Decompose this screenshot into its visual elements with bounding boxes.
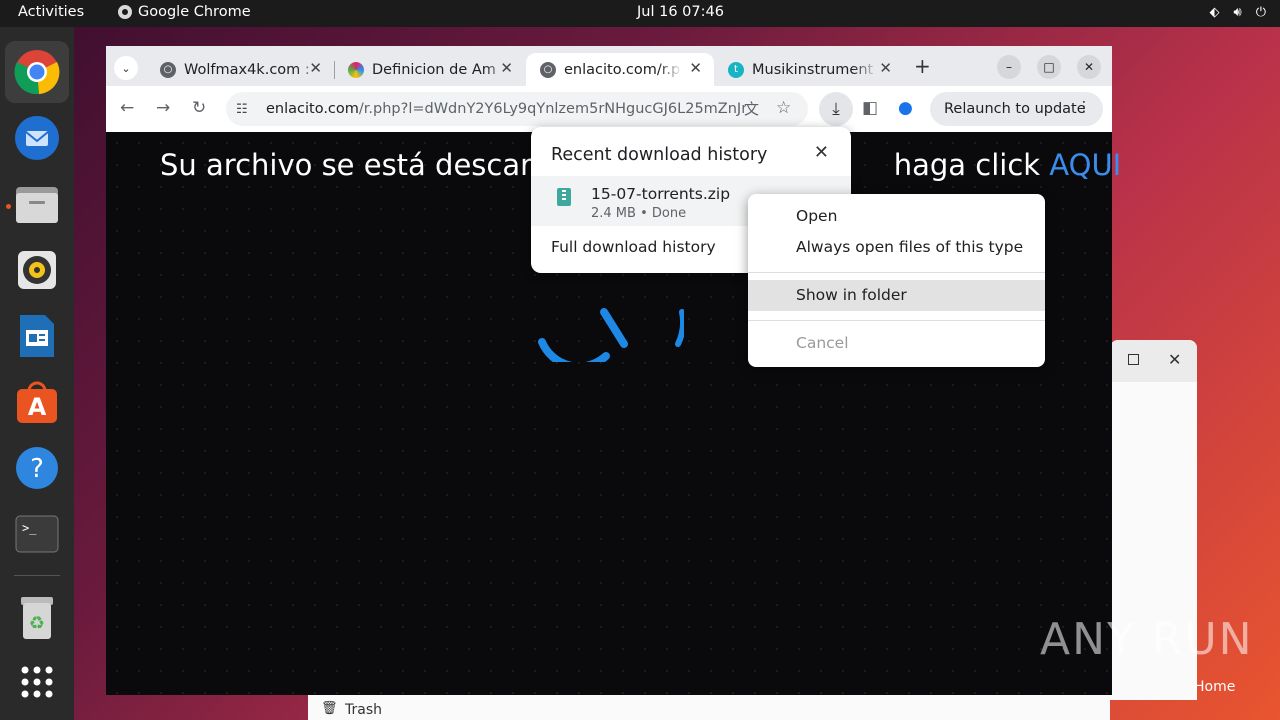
site-info-icon[interactable]: ☷ bbox=[236, 102, 258, 117]
menu-separator bbox=[748, 272, 1045, 273]
side-panel-icon[interactable]: ◧ bbox=[862, 98, 878, 118]
chrome-icon[interactable] bbox=[5, 41, 69, 103]
app-menu[interactable]: Google Chrome bbox=[118, 4, 251, 20]
bookmark-star-icon[interactable]: ☆ bbox=[776, 98, 791, 118]
tab-musikinstrument[interactable]: t Musikinstrument ✕ bbox=[714, 53, 904, 86]
download-icon: ⤓ bbox=[832, 99, 840, 119]
tab-close-icon[interactable]: ✕ bbox=[879, 59, 892, 77]
downloads-button[interactable]: ⤓ bbox=[819, 92, 853, 126]
zip-file-icon bbox=[557, 188, 571, 206]
tab-close-icon[interactable]: ✕ bbox=[500, 59, 513, 77]
files-sidebar-trash[interactable]: 🗑︎ Trash bbox=[308, 694, 497, 720]
maximize-button[interactable]: □ bbox=[1037, 55, 1061, 79]
url-path: /r.php?l=dWdnY2Y6Ly9qYnlzem5rNHgucGJ6L25… bbox=[358, 101, 746, 117]
home-folder-label[interactable]: Home bbox=[1194, 679, 1235, 695]
files-content-area bbox=[496, 694, 1110, 720]
chrome-small-icon bbox=[118, 5, 132, 19]
files-icon[interactable] bbox=[5, 173, 69, 235]
appcenter-icon[interactable]: A bbox=[5, 371, 69, 433]
activities-button[interactable]: Activities bbox=[18, 4, 84, 20]
network-icon: ⬖ bbox=[1209, 5, 1220, 20]
download-file-meta: 2.4 MB • Done bbox=[591, 206, 687, 221]
loading-spinner bbox=[538, 308, 684, 362]
app-grid-icon[interactable] bbox=[5, 651, 69, 713]
profile-icon[interactable]: ● bbox=[898, 98, 913, 118]
system-tray[interactable]: ⬖ 🔊︎ ⏻ bbox=[1210, 5, 1267, 20]
tab-title: Musikinstrument bbox=[752, 61, 874, 78]
headline-prefix: Su archivo se está descarga bbox=[160, 148, 568, 182]
tab-title: Wolfmax4k.com : bbox=[184, 61, 310, 78]
svg-text:?: ? bbox=[30, 454, 44, 484]
svg-text:>_: >_ bbox=[22, 521, 37, 535]
minimize-button[interactable]: – bbox=[997, 55, 1021, 79]
rhythmbox-icon[interactable] bbox=[5, 239, 69, 301]
tab-enlacito[interactable]: ○ enlacito.com/r.ph ✕ bbox=[526, 53, 714, 86]
close-window-button[interactable]: ✕ bbox=[1077, 55, 1101, 79]
svg-text:♻: ♻ bbox=[29, 613, 45, 634]
trash-small-icon: 🗑︎ bbox=[321, 701, 338, 716]
browser-toolbar: ← → ↻ ☷ enlacito.com/r.php?l=dWdnY2Y6Ly9… bbox=[106, 86, 1112, 132]
tab-title: Definicion de Am bbox=[372, 61, 496, 78]
new-tab-button[interactable]: + bbox=[914, 54, 931, 78]
clock[interactable]: Jul 16 07:46 bbox=[637, 4, 724, 20]
tab-search-button[interactable]: ⌄ bbox=[114, 56, 138, 80]
tab-title: enlacito.com/r.ph bbox=[564, 61, 682, 78]
trash-icon[interactable]: ♻ bbox=[5, 587, 69, 649]
top-bar: Activities Google Chrome Jul 16 07:46 ⬖ … bbox=[0, 0, 1280, 27]
globe-icon: ○ bbox=[540, 61, 556, 78]
anyrun-watermark: ANY RUN bbox=[1040, 614, 1254, 665]
tab-wolfmax[interactable]: ○ Wolfmax4k.com : ✕ bbox=[146, 53, 334, 86]
relaunch-button[interactable]: Relaunch to update ⋮ bbox=[930, 92, 1103, 126]
t-icon: t bbox=[728, 61, 744, 78]
download-bubble-title: Recent download history bbox=[551, 145, 768, 165]
headline-suffix: haga click bbox=[893, 148, 1050, 182]
tab-close-icon[interactable]: ✕ bbox=[689, 59, 702, 77]
menu-dots-icon[interactable]: ⋮ bbox=[1077, 99, 1091, 115]
trash-label: Trash bbox=[345, 702, 382, 718]
forward-icon[interactable]: → bbox=[156, 98, 170, 118]
tab-strip: ⌄ ○ Wolfmax4k.com : ✕ Definicion de Am ✕… bbox=[106, 46, 1112, 86]
full-download-history-link[interactable]: Full download history bbox=[551, 238, 716, 256]
close-button[interactable]: ✕ bbox=[1168, 350, 1181, 369]
tab-definicion[interactable]: Definicion de Am ✕ bbox=[334, 53, 525, 86]
dock-separator bbox=[14, 575, 60, 576]
files-window-header: ✕ bbox=[1110, 340, 1197, 382]
writer-icon[interactable] bbox=[5, 305, 69, 367]
dock: A ? >_ ♻ bbox=[0, 27, 74, 720]
tab-close-icon[interactable]: ✕ bbox=[309, 59, 322, 77]
menu-item-open[interactable]: Open bbox=[748, 201, 1045, 232]
url-host: enlacito.com bbox=[266, 101, 359, 117]
aqui-link[interactable]: AQUI bbox=[1049, 148, 1121, 182]
menu-item-cancel[interactable]: Cancel bbox=[748, 328, 1045, 359]
terminal-icon[interactable]: >_ bbox=[5, 503, 69, 565]
close-icon[interactable]: ✕ bbox=[814, 142, 829, 163]
help-icon[interactable]: ? bbox=[5, 437, 69, 499]
address-bar[interactable]: ☷ enlacito.com/r.php?l=dWdnY2Y6Ly9qYnlze… bbox=[226, 92, 808, 126]
download-context-menu: Open Always open files of this type Show… bbox=[748, 194, 1045, 367]
menu-item-always-open[interactable]: Always open files of this type bbox=[748, 232, 1045, 263]
translate-icon[interactable]: 文 bbox=[744, 98, 759, 119]
menu-item-show-in-folder[interactable]: Show in folder bbox=[748, 280, 1045, 311]
app-name: Google Chrome bbox=[138, 4, 251, 20]
power-icon: ⏻ bbox=[1255, 5, 1266, 20]
maximize-button[interactable] bbox=[1128, 354, 1139, 365]
svg-text:A: A bbox=[28, 393, 47, 421]
colorful-icon bbox=[348, 61, 364, 78]
volume-icon: 🔊︎ bbox=[1233, 5, 1242, 20]
url-text[interactable]: enlacito.com/r.php?l=dWdnY2Y6Ly9qYnlzem5… bbox=[266, 101, 746, 117]
back-icon[interactable]: ← bbox=[120, 98, 134, 118]
relaunch-label: Relaunch to update bbox=[944, 101, 1086, 117]
globe-icon: ○ bbox=[160, 61, 176, 78]
menu-separator bbox=[748, 320, 1045, 321]
thunderbird-icon[interactable] bbox=[5, 107, 69, 169]
download-file-name: 15-07-torrents.zip bbox=[591, 185, 731, 203]
reload-icon[interactable]: ↻ bbox=[192, 98, 206, 118]
